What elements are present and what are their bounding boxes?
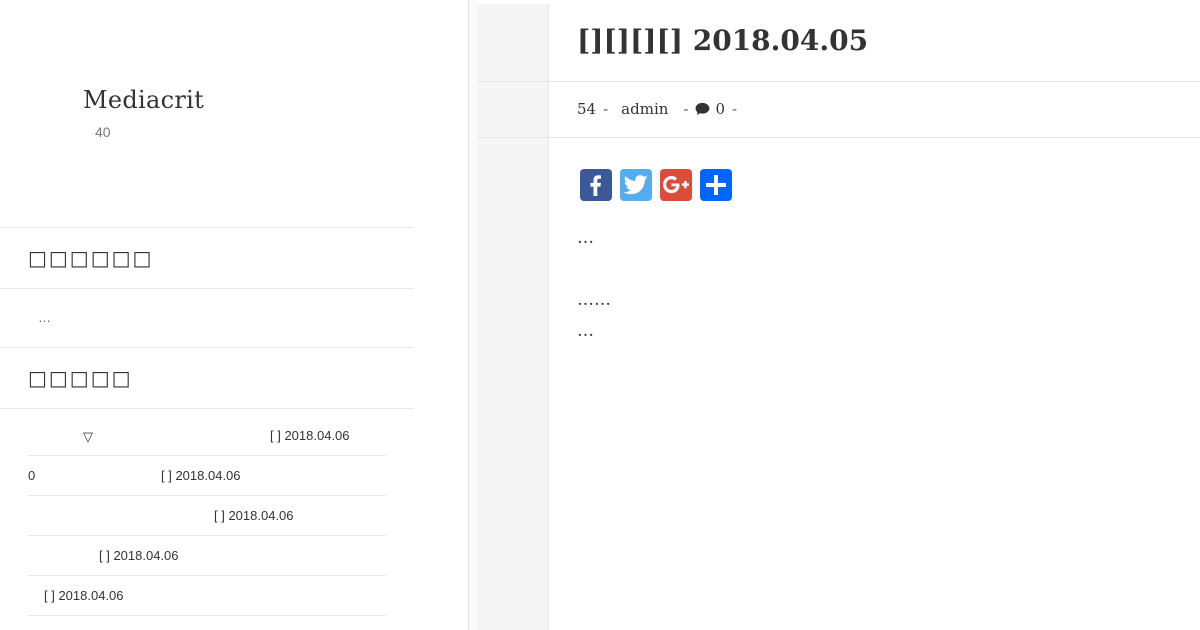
article xyxy=(548,4,1200,630)
divider xyxy=(0,408,414,409)
list-item[interactable]: [ ] 2018.04.06 xyxy=(28,576,386,616)
facebook-share-button[interactable] xyxy=(580,169,612,201)
article-paragraph: … xyxy=(577,228,594,248)
divider xyxy=(478,137,1200,138)
twitter-share-button[interactable] xyxy=(620,169,652,201)
list-item[interactable]: ▽ [ ] 2018.04.06 xyxy=(28,416,386,456)
share-more-button[interactable] xyxy=(700,169,732,201)
list-item-lead: 0 xyxy=(28,468,36,483)
meta-separator: - xyxy=(603,100,609,118)
list-item-link[interactable]: [ ] 2018.04.06 xyxy=(44,588,124,603)
recent-posts-list: ▽ [ ] 2018.04.06 0 [ ] 2018.04.06 [ ] 20… xyxy=(28,416,386,616)
meta-separator: - xyxy=(683,100,689,118)
widget-text: … xyxy=(38,310,51,325)
author-link[interactable]: admin xyxy=(621,100,668,118)
google-plus-share-button[interactable] xyxy=(660,169,692,201)
list-item-lead: ▽ xyxy=(83,429,93,444)
article-gutter xyxy=(478,4,548,630)
share-buttons xyxy=(580,169,732,201)
facebook-icon xyxy=(590,175,601,196)
divider xyxy=(478,81,1200,82)
comment-icon xyxy=(696,102,710,115)
twitter-icon xyxy=(624,175,648,195)
view-count: 54 xyxy=(577,100,597,118)
google-plus-icon xyxy=(663,176,689,194)
sidebar: Mediacrit 40 □□□□□□ … □□□□□ ▽ [ ] 2018.0… xyxy=(0,0,468,630)
list-item[interactable]: [ ] 2018.04.06 xyxy=(28,496,386,536)
list-item-link[interactable]: [ ] 2018.04.06 xyxy=(99,548,179,563)
comment-count-link[interactable]: 0 xyxy=(715,100,725,118)
article-title: [][][][] 2018.04.05 xyxy=(577,24,869,57)
site-title[interactable]: Mediacrit xyxy=(83,86,204,114)
list-item-link[interactable]: [ ] 2018.04.06 xyxy=(161,468,241,483)
article-paragraph: … xyxy=(577,321,594,341)
site-description: 40 xyxy=(95,124,111,140)
recent-posts-title: □□□□□ xyxy=(28,366,133,390)
content-gap xyxy=(469,0,478,630)
share-plus-icon xyxy=(706,175,726,195)
article-meta: 54 - admin - 0 - xyxy=(577,100,744,118)
list-item[interactable]: 0 [ ] 2018.04.06 xyxy=(28,456,386,496)
widget-title: □□□□□□ xyxy=(28,246,154,270)
page: Mediacrit 40 □□□□□□ … □□□□□ ▽ [ ] 2018.0… xyxy=(0,0,1200,630)
divider xyxy=(0,288,414,289)
list-item-link[interactable]: [ ] 2018.04.06 xyxy=(214,508,294,523)
divider xyxy=(0,227,414,228)
list-item[interactable]: [ ] 2018.04.06 xyxy=(28,536,386,576)
divider xyxy=(0,347,414,348)
list-item-link[interactable]: [ ] 2018.04.06 xyxy=(270,428,350,443)
meta-separator: - xyxy=(732,100,738,118)
article-paragraph: …… xyxy=(577,290,611,310)
